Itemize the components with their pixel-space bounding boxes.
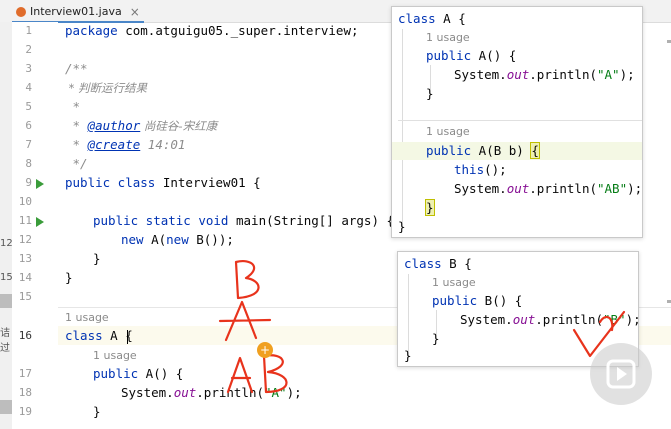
handwriting-overlay <box>218 260 626 394</box>
handwritten-letter-a <box>218 300 272 342</box>
video-play-button[interactable] <box>590 343 652 405</box>
handwritten-letters-ab <box>226 354 288 394</box>
play-icon <box>606 359 636 389</box>
handwritten-letter-b <box>234 260 260 300</box>
pointer-cursor-icon: + <box>257 342 273 358</box>
